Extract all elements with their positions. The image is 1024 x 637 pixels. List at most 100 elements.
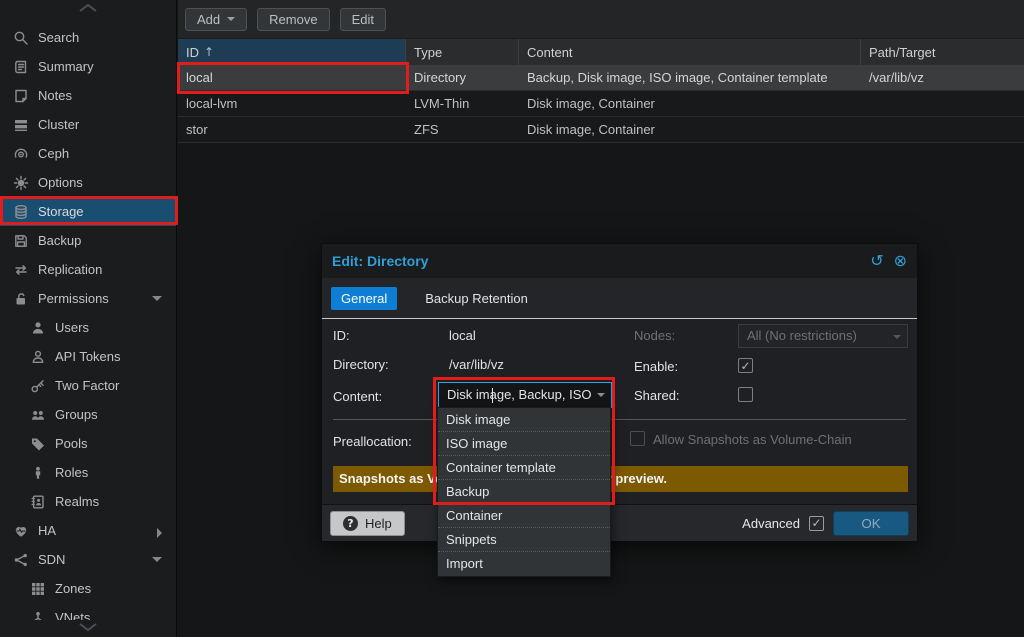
enable-field-label: Enable: — [634, 359, 678, 374]
cell-content: Disk image, Container — [519, 91, 861, 116]
replication-icon — [13, 262, 29, 278]
chevron-down-icon — [77, 621, 99, 636]
dropdown-option-container[interactable]: Container — [438, 504, 610, 528]
dialog-titlebar[interactable]: Edit: Directory ↺ ⊗ — [322, 244, 917, 278]
ceph-icon — [13, 146, 29, 162]
sidebar-item-label: HA — [38, 523, 56, 538]
dropdown-option-container-template[interactable]: Container template — [438, 456, 610, 480]
storage-table: ID ↑ Type Content Path/Target local Dire… — [178, 39, 1024, 143]
key-icon — [30, 378, 46, 394]
column-header-path[interactable]: Path/Target — [861, 39, 1023, 65]
sidebar-item-users[interactable]: Users — [0, 313, 176, 342]
help-icon: ? — [343, 516, 358, 531]
column-header-id[interactable]: ID ↑ — [178, 39, 406, 65]
sidebar-item-summary[interactable]: Summary — [0, 52, 176, 81]
heart-icon — [13, 523, 29, 539]
sidebar-item-ha[interactable]: HA — [0, 516, 176, 545]
shared-checkbox[interactable] — [738, 387, 753, 402]
cell-content: Disk image, Container — [519, 117, 861, 142]
sidebar-item-label: Replication — [38, 262, 102, 277]
table-row-local[interactable]: local Directory Backup, Disk image, ISO … — [178, 65, 1024, 91]
sidebar-item-label: Users — [55, 320, 89, 335]
help-button[interactable]: ? Help — [330, 511, 405, 536]
content-combobox[interactable]: Disk image, Backup, ISO — [438, 382, 612, 408]
sidebar-item-api-tokens[interactable]: API Tokens — [0, 342, 176, 371]
tab-backup-retention[interactable]: Backup Retention — [415, 287, 538, 310]
remove-button[interactable]: Remove — [257, 8, 329, 31]
sidebar-item-two-factor[interactable]: Two Factor — [0, 371, 176, 400]
dropdown-option-backup[interactable]: Backup — [438, 480, 610, 504]
edit-button[interactable]: Edit — [340, 8, 386, 31]
advanced-checkbox[interactable]: ✓ — [809, 516, 824, 531]
enable-checkbox[interactable]: ✓ — [738, 358, 753, 373]
notes-icon — [13, 88, 29, 104]
dropdown-option-iso-image[interactable]: ISO image — [438, 432, 610, 456]
person-icon — [30, 465, 46, 481]
advanced-label: Advanced — [742, 516, 800, 531]
dropdown-option-import[interactable]: Import — [438, 552, 610, 576]
content-combobox-value: Disk image, Backup, ISO — [447, 387, 592, 402]
sidebar-item-realms[interactable]: Realms — [0, 487, 176, 516]
sidebar-item-pools[interactable]: Pools — [0, 429, 176, 458]
sidebar-item-sdn[interactable]: SDN — [0, 545, 176, 574]
sidebar-scroll-down[interactable] — [0, 620, 175, 637]
reset-icon[interactable]: ↺ — [870, 253, 883, 269]
sidebar-item-label: Backup — [38, 233, 81, 248]
sidebar-scroll-up[interactable] — [0, 0, 175, 17]
shared-field-label: Shared: — [634, 388, 680, 403]
network-icon — [13, 552, 29, 568]
combo-trigger-icon[interactable] — [597, 393, 605, 397]
summary-icon — [13, 59, 29, 75]
sidebar-item-permissions[interactable]: Permissions — [0, 284, 176, 313]
column-header-type[interactable]: Type — [406, 39, 519, 65]
user-outline-icon — [30, 349, 46, 365]
cell-type: Directory — [406, 65, 519, 90]
sidebar-item-roles[interactable]: Roles — [0, 458, 176, 487]
table-row-stor[interactable]: stor ZFS Disk image, Container — [178, 117, 1024, 143]
sidebar-item-groups[interactable]: Groups — [0, 400, 176, 429]
chevron-down-icon — [227, 17, 235, 21]
sidebar-item-ceph[interactable]: Ceph — [0, 139, 176, 168]
id-field-label: ID: — [333, 328, 350, 343]
sidebar-item-label: Zones — [55, 581, 91, 596]
help-button-label: Help — [365, 516, 392, 531]
sidebar-item-notes[interactable]: Notes — [0, 81, 176, 110]
sidebar-item-label: Roles — [55, 465, 88, 480]
sidebar-item-label: Cluster — [38, 117, 79, 132]
cell-type: LVM-Thin — [406, 91, 519, 116]
column-header-content[interactable]: Content — [519, 39, 861, 65]
sidebar-item-cluster[interactable]: Cluster — [0, 110, 176, 139]
sidebar-item-zones[interactable]: Zones — [0, 574, 176, 603]
sidebar-item-backup[interactable]: Backup — [0, 226, 176, 255]
cell-content: Backup, Disk image, ISO image, Container… — [519, 65, 861, 90]
dropdown-option-disk-image[interactable]: Disk image — [438, 408, 610, 432]
tag-icon — [30, 436, 46, 452]
cell-type: ZFS — [406, 117, 519, 142]
sidebar-item-label: Search — [38, 30, 79, 45]
sidebar-item-label: SDN — [38, 552, 65, 567]
sidebar-item-label: Two Factor — [55, 378, 119, 393]
sidebar-item-storage[interactable]: Storage — [0, 197, 176, 226]
table-row-local-lvm[interactable]: local-lvm LVM-Thin Disk image, Container — [178, 91, 1024, 117]
sidebar-item-search[interactable]: Search — [0, 23, 176, 52]
sidebar-item-options[interactable]: Options — [0, 168, 176, 197]
address-book-icon — [30, 494, 46, 510]
dropdown-option-snippets[interactable]: Snippets — [438, 528, 610, 552]
sidebar-item-replication[interactable]: Replication — [0, 255, 176, 284]
sort-asc-icon: ↑ — [204, 45, 214, 59]
technology-preview-warning: Snapshots as Volume-Chain is a technolog… — [333, 466, 908, 492]
nodes-combobox-value: All (No restrictions) — [747, 328, 857, 343]
dialog-tabbar: General Backup Retention — [322, 278, 917, 319]
close-icon[interactable]: ⊗ — [894, 253, 907, 269]
ok-button[interactable]: OK — [833, 511, 909, 536]
cell-path — [861, 117, 1023, 142]
dialog-body: ID: local Directory: /var/lib/vz Content… — [322, 319, 917, 506]
tab-general[interactable]: General — [331, 287, 397, 310]
add-button[interactable]: Add — [185, 8, 247, 31]
allow-snapshots-checkbox — [630, 431, 645, 446]
sidebar-item-label: Realms — [55, 494, 99, 509]
storage-icon — [13, 204, 29, 220]
add-button-label: Add — [197, 12, 220, 27]
ok-button-label: OK — [861, 516, 880, 531]
sidebar-item-label: API Tokens — [55, 349, 121, 364]
